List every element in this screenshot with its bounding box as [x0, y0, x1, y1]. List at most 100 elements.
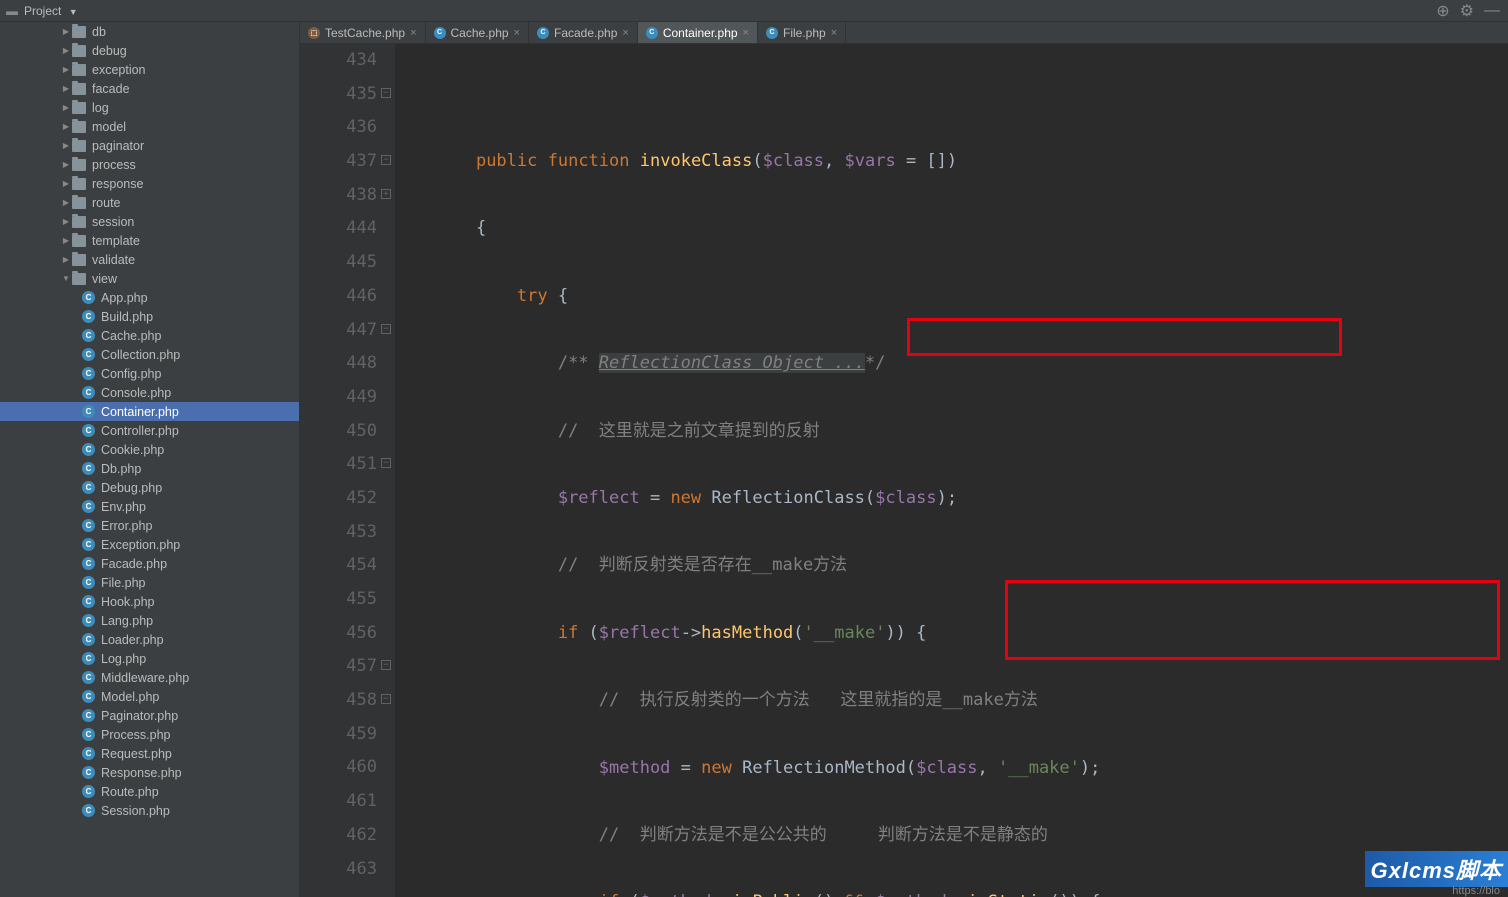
php-class-icon: C [82, 557, 95, 570]
folder-template[interactable]: ▶template [0, 231, 299, 250]
folder-session[interactable]: ▶session [0, 212, 299, 231]
file-item[interactable]: CHook.php [0, 592, 299, 611]
folder-log[interactable]: ▶log [0, 98, 299, 117]
php-class-icon: C [82, 633, 95, 646]
file-item[interactable]: CPaginator.php [0, 706, 299, 725]
file-item[interactable]: CBuild.php [0, 307, 299, 326]
folder-facade[interactable]: ▶facade [0, 79, 299, 98]
file-item[interactable]: CRoute.php [0, 782, 299, 801]
folder-exception[interactable]: ▶exception [0, 60, 299, 79]
file-item[interactable]: CApp.php [0, 288, 299, 307]
file-item[interactable]: CMiddleware.php [0, 668, 299, 687]
folder-icon [72, 273, 86, 285]
file-item-selected[interactable]: CContainer.php [0, 402, 299, 421]
editor-tabs: ⬚TestCache.php× CCache.php× CFacade.php×… [300, 22, 1508, 44]
fold-icon[interactable]: − [381, 458, 391, 468]
folder-paginator[interactable]: ▶paginator [0, 136, 299, 155]
php-class-icon: C [82, 709, 95, 722]
fold-icon[interactable]: − [381, 88, 391, 98]
folder-icon [72, 197, 86, 209]
fold-icon[interactable]: − [381, 324, 391, 334]
project-dropdown[interactable]: Project ▼ [0, 4, 78, 18]
php-class-icon: C [82, 481, 95, 494]
php-class-icon: C [82, 519, 95, 532]
file-item[interactable]: CConfig.php [0, 364, 299, 383]
folder-process[interactable]: ▶process [0, 155, 299, 174]
file-item[interactable]: CFile.php [0, 573, 299, 592]
close-icon[interactable]: × [743, 27, 749, 39]
file-item[interactable]: CCookie.php [0, 440, 299, 459]
php-class-icon: C [82, 310, 95, 323]
tab-file[interactable]: CFile.php× [758, 22, 846, 43]
php-class-icon: C [82, 576, 95, 589]
fold-icon[interactable]: − [381, 694, 391, 704]
file-item[interactable]: CConsole.php [0, 383, 299, 402]
fold-icon[interactable]: − [381, 660, 391, 670]
php-class-icon: C [82, 462, 95, 475]
php-class-icon: C [82, 424, 95, 437]
folder-view[interactable]: ▼view [0, 269, 299, 288]
file-item[interactable]: CCollection.php [0, 345, 299, 364]
file-item[interactable]: CRequest.php [0, 744, 299, 763]
php-class-icon: C [82, 728, 95, 741]
folder-response[interactable]: ▶response [0, 174, 299, 193]
file-item[interactable]: CLoader.php [0, 630, 299, 649]
folder-icon [72, 235, 86, 247]
php-class-icon: C [82, 652, 95, 665]
php-class-icon: C [537, 27, 549, 39]
file-item[interactable]: CLang.php [0, 611, 299, 630]
file-item[interactable]: CException.php [0, 535, 299, 554]
tab-testcache[interactable]: ⬚TestCache.php× [300, 22, 426, 43]
folder-icon [72, 178, 86, 190]
folder-icon [72, 140, 86, 152]
tab-cache[interactable]: CCache.php× [426, 22, 529, 43]
collapse-icon[interactable]: — [1484, 2, 1500, 20]
file-item[interactable]: CModel.php [0, 687, 299, 706]
folder-validate[interactable]: ▶validate [0, 250, 299, 269]
php-class-icon: C [82, 690, 95, 703]
file-item[interactable]: CDb.php [0, 459, 299, 478]
close-icon[interactable]: × [831, 27, 837, 39]
file-item[interactable]: CProcess.php [0, 725, 299, 744]
file-item[interactable]: CController.php [0, 421, 299, 440]
project-tree[interactable]: ▶db ▶debug ▶exception ▶facade ▶log ▶mode… [0, 22, 300, 897]
file-item[interactable]: CCache.php [0, 326, 299, 345]
file-item[interactable]: CDebug.php [0, 478, 299, 497]
close-icon[interactable]: × [514, 27, 520, 39]
file-item[interactable]: CFacade.php [0, 554, 299, 573]
file-item[interactable]: CEnv.php [0, 497, 299, 516]
close-icon[interactable]: × [410, 27, 416, 39]
php-class-icon: C [82, 443, 95, 456]
folder-model[interactable]: ▶model [0, 117, 299, 136]
fold-icon[interactable]: − [381, 155, 391, 165]
php-class-icon: C [82, 538, 95, 551]
php-class-icon: C [82, 671, 95, 684]
target-icon[interactable]: ⊕ [1436, 1, 1449, 21]
file-item[interactable]: CLog.php [0, 649, 299, 668]
top-toolbar: Project ▼ ⊕ ⚙ — [0, 0, 1508, 22]
code-content[interactable]: public function invokeClass($class, $var… [395, 44, 1223, 897]
folder-icon [72, 216, 86, 228]
php-class-icon: C [82, 785, 95, 798]
folder-route[interactable]: ▶route [0, 193, 299, 212]
watermark-sub: https://blo [1452, 885, 1500, 897]
folder-icon [72, 26, 86, 38]
file-item[interactable]: CError.php [0, 516, 299, 535]
code-editor[interactable]: 434 435− 436 437− 438+ 444 445 446 447− … [300, 44, 1508, 897]
file-item[interactable]: CSession.php [0, 801, 299, 820]
php-class-icon: C [82, 804, 95, 817]
file-item[interactable]: CResponse.php [0, 763, 299, 782]
folder-icon [72, 45, 86, 57]
folder-icon [72, 64, 86, 76]
tab-container[interactable]: CContainer.php× [638, 22, 758, 43]
php-class-icon: C [82, 386, 95, 399]
folder-db[interactable]: ▶db [0, 22, 299, 41]
folder-debug[interactable]: ▶debug [0, 41, 299, 60]
watermark: Gxlcms脚本 [1365, 851, 1508, 887]
php-class-icon: C [82, 614, 95, 627]
gear-icon[interactable]: ⚙ [1460, 1, 1474, 21]
close-icon[interactable]: × [622, 27, 628, 39]
php-class-icon: C [82, 291, 95, 304]
fold-icon[interactable]: + [381, 189, 391, 199]
tab-facade[interactable]: CFacade.php× [529, 22, 638, 43]
